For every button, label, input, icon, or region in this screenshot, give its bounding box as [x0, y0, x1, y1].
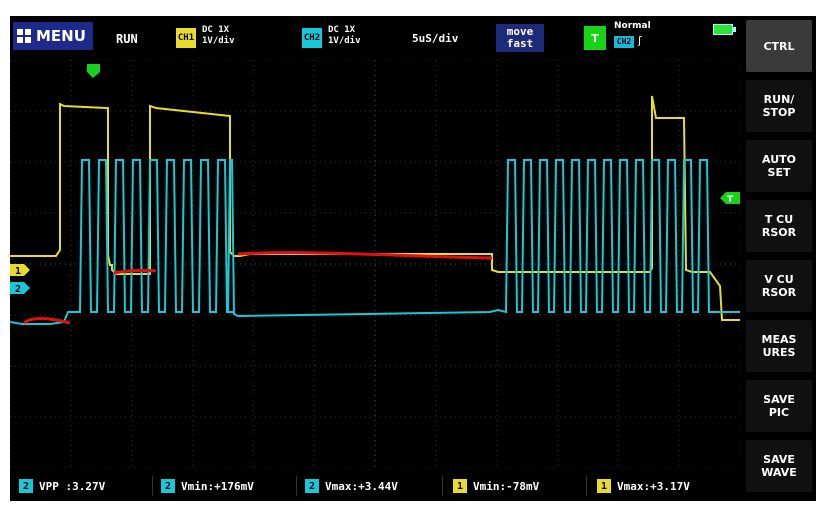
ch2-settings[interactable]: DC 1X 1V/div [328, 25, 361, 47]
oscilloscope-screen: MENU RUN CH1 DC 1X 1V/div CH2 DC 1X 1V/d… [10, 16, 816, 501]
measure-value: Vmax:+3.44V [325, 479, 398, 493]
measure-channel-badge: 1 [453, 479, 467, 493]
measure-value: Vmin:+176mV [181, 479, 254, 493]
ch1-coupling: DC 1X [202, 25, 230, 35]
measure-ch2-vmin[interactable]: 2 Vmin:+176mV [158, 476, 297, 496]
battery-icon [713, 24, 736, 35]
ch2-scale: 1V/div [328, 36, 361, 46]
timebase[interactable]: 5uS/div [412, 32, 458, 45]
measure-value: Vmax:+3.17V [617, 479, 690, 493]
measures-button[interactable]: MEAS URES [746, 320, 812, 372]
measurement-bar: 2 VPP :3.27V 2 Vmin:+176mV 2 Vmax:+3.44V… [10, 470, 740, 501]
run-state: RUN [116, 32, 138, 46]
ch1-scale: 1V/div [202, 36, 235, 46]
voltage-cursor-button[interactable]: V CU RSOR [746, 260, 812, 312]
trigger-icon[interactable]: T [584, 26, 606, 50]
waveform-display: 1 2 T [10, 60, 740, 468]
save-pic-button[interactable]: SAVE PIC [746, 380, 812, 432]
ctrl-button[interactable]: CTRL [746, 20, 812, 72]
measure-channel-badge: 2 [161, 479, 175, 493]
measure-channel-badge: 2 [305, 479, 319, 493]
measure-value: Vmin:-78mV [473, 479, 540, 493]
menu-grid-icon [17, 29, 31, 43]
ch2-tag[interactable]: CH2 [302, 28, 322, 48]
move-speed-button[interactable]: move fast [496, 24, 544, 52]
measure-channel-badge: 1 [597, 479, 611, 493]
top-status-bar: MENU RUN CH1 DC 1X 1V/div CH2 DC 1X 1V/d… [10, 16, 740, 60]
side-menu: CTRL RUN/ STOP AUTO SET T CU RSOR V CU R… [742, 16, 816, 501]
menu-button[interactable]: MENU [13, 22, 93, 50]
rising-edge-icon: ʃ [638, 34, 642, 47]
ch2-coupling: DC 1X [328, 25, 356, 35]
trigger-level-label: T [727, 195, 734, 205]
measure-ch1-vmin[interactable]: 1 Vmin:-78mV [450, 476, 587, 496]
ch2-marker-label: 2 [15, 284, 21, 295]
trigger-source: CH2 [614, 36, 634, 48]
measure-ch2-vpp[interactable]: 2 VPP :3.27V [16, 476, 153, 496]
auto-set-button[interactable]: AUTO SET [746, 140, 812, 192]
measure-ch1-vmax[interactable]: 1 Vmax:+3.17V [594, 476, 734, 496]
save-wave-button[interactable]: SAVE WAVE [746, 440, 812, 492]
measure-channel-badge: 2 [19, 479, 33, 493]
ch1-settings[interactable]: DC 1X 1V/div [202, 25, 235, 47]
measure-value: VPP :3.27V [39, 479, 106, 493]
menu-label: MENU [36, 27, 86, 45]
trigger-mode: Normal [614, 21, 651, 31]
ch1-marker-label: 1 [15, 266, 21, 277]
measure-ch2-vmax[interactable]: 2 Vmax:+3.44V [302, 476, 443, 496]
ch1-tag[interactable]: CH1 [176, 28, 196, 48]
time-cursor-button[interactable]: T CU RSOR [746, 200, 812, 252]
run-stop-button[interactable]: RUN/ STOP [746, 80, 812, 132]
move-line2: fast [506, 37, 534, 50]
